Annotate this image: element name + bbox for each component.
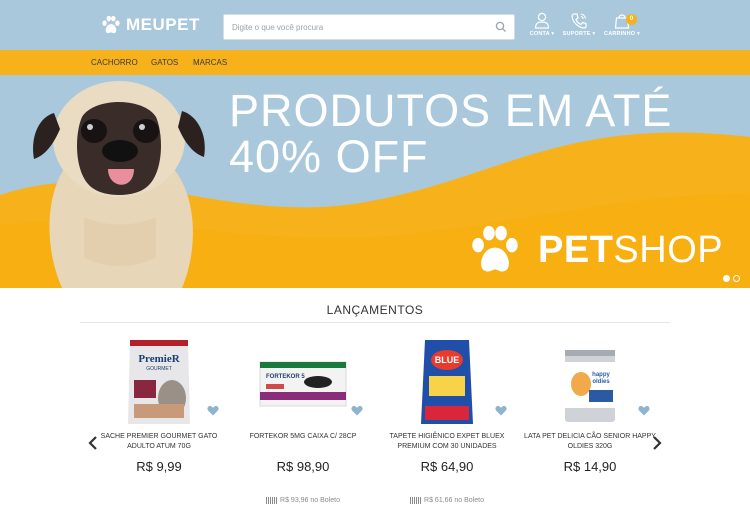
boleto-price: R$ 93,96 no Boleto <box>233 497 373 504</box>
svg-text:PremieR: PremieR <box>138 353 180 365</box>
boleto-price-text: R$ 61,66 no Boleto <box>424 497 484 504</box>
category-nav: CACHORRO GATOS MARCAS <box>0 50 750 75</box>
section-title-lancamentos: LANÇAMENTOS <box>326 303 424 317</box>
boleto-price: R$ 61,66 no Boleto <box>377 497 517 504</box>
favorite-heart-icon[interactable] <box>638 405 650 416</box>
product-card[interactable]: happy oldies LATA PET DELICIA CÃO SENIOR… <box>520 338 660 474</box>
svg-text:FORTEKOR 5: FORTEKOR 5 <box>266 374 305 380</box>
account-label: CONTA <box>529 31 550 37</box>
product-card[interactable]: PremieR GOURMET SACHE PREMIER GOURMET GA… <box>89 338 229 474</box>
section-divider <box>80 322 670 323</box>
cart-count-badge: 0 <box>626 14 637 25</box>
product-price: R$ 14,90 <box>563 459 617 474</box>
pug-dog-image <box>33 81 205 288</box>
search-box <box>223 14 515 40</box>
product-name[interactable]: FORTEKOR 5MG CAIXA C/ 28CP <box>233 432 373 452</box>
logo-text: MEUPET <box>126 15 200 34</box>
nav-item-gatos[interactable]: GATOS <box>151 58 178 67</box>
support-menu[interactable]: SUPORTE ▾ <box>557 12 601 37</box>
banner-headline-line2: 40% OFF <box>229 131 429 182</box>
product-name[interactable]: LATA PET DELICIA CÃO SENIOR HAPPY OLDIES… <box>520 432 660 452</box>
search-icon[interactable] <box>494 20 508 34</box>
product-image: happy oldies <box>565 350 615 422</box>
product-price: R$ 98,90 <box>276 459 330 474</box>
product-image: PremieR GOURMET <box>128 340 190 424</box>
product-card[interactable]: BLUE TAPETE HIGIÊNICO EXPET BLUEX PREMIU… <box>377 338 517 504</box>
favorite-heart-icon[interactable] <box>351 405 363 416</box>
site-header: MEUPET CONTA ▾ SUPORTE ▾ 0 CARRINHO ▾ <box>0 0 750 50</box>
support-label: SUPORTE <box>562 31 591 37</box>
svg-text:BLUE: BLUE <box>435 355 460 365</box>
user-icon <box>534 12 550 29</box>
product-name[interactable]: SACHE PREMIER GOURMET GATO ADULTO ATUM 7… <box>89 432 229 452</box>
svg-text:oldies: oldies <box>592 379 610 385</box>
product-name[interactable]: TAPETE HIGIÊNICO EXPET BLUEX PREMIUM COM… <box>377 432 517 452</box>
carousel-dot-2[interactable] <box>733 275 740 282</box>
barcode-icon <box>410 497 422 504</box>
svg-text:happy: happy <box>592 372 610 378</box>
chevron-down-icon: ▾ <box>551 31 555 37</box>
phone-icon <box>571 13 587 29</box>
petshop-logo: PETSHOP <box>466 221 723 279</box>
product-image: FORTEKOR 5 <box>259 361 347 407</box>
nav-item-marcas[interactable]: MARCAS <box>193 58 227 67</box>
barcode-icon <box>266 497 278 504</box>
petshop-brand-rest: SHOP <box>613 228 724 271</box>
cart-menu[interactable]: 0 CARRINHO ▾ <box>600 12 644 37</box>
paw-icon <box>472 225 518 272</box>
banner-headline-line1: PRODUTOS EM ATÉ <box>229 85 673 136</box>
favorite-heart-icon[interactable] <box>207 405 219 416</box>
petshop-brand-bold: PET <box>538 228 614 271</box>
cart-label: CARRINHO <box>604 31 636 37</box>
carousel-dot-1[interactable] <box>723 275 730 282</box>
paw-icon <box>102 15 120 34</box>
chevron-down-icon: ▾ <box>592 31 596 37</box>
search-input[interactable] <box>224 15 486 39</box>
product-price: R$ 64,90 <box>420 459 474 474</box>
nav-item-cachorro[interactable]: CACHORRO <box>91 58 138 67</box>
carousel-dots <box>723 275 740 282</box>
favorite-heart-icon[interactable] <box>495 405 507 416</box>
boleto-price-text: R$ 93,96 no Boleto <box>280 497 340 504</box>
chevron-down-icon: ▾ <box>637 31 640 37</box>
product-price: R$ 9,99 <box>136 459 182 474</box>
product-image: BLUE <box>421 340 473 424</box>
promo-banner[interactable]: PRODUTOS EM ATÉ 40% OFF PETSHOP <box>0 75 750 288</box>
svg-text:GOURMET: GOURMET <box>146 366 172 372</box>
product-card[interactable]: FORTEKOR 5 FORTEKOR 5MG CAIXA C/ 28CP R$… <box>233 338 373 504</box>
site-logo[interactable]: MEUPET <box>100 14 200 36</box>
